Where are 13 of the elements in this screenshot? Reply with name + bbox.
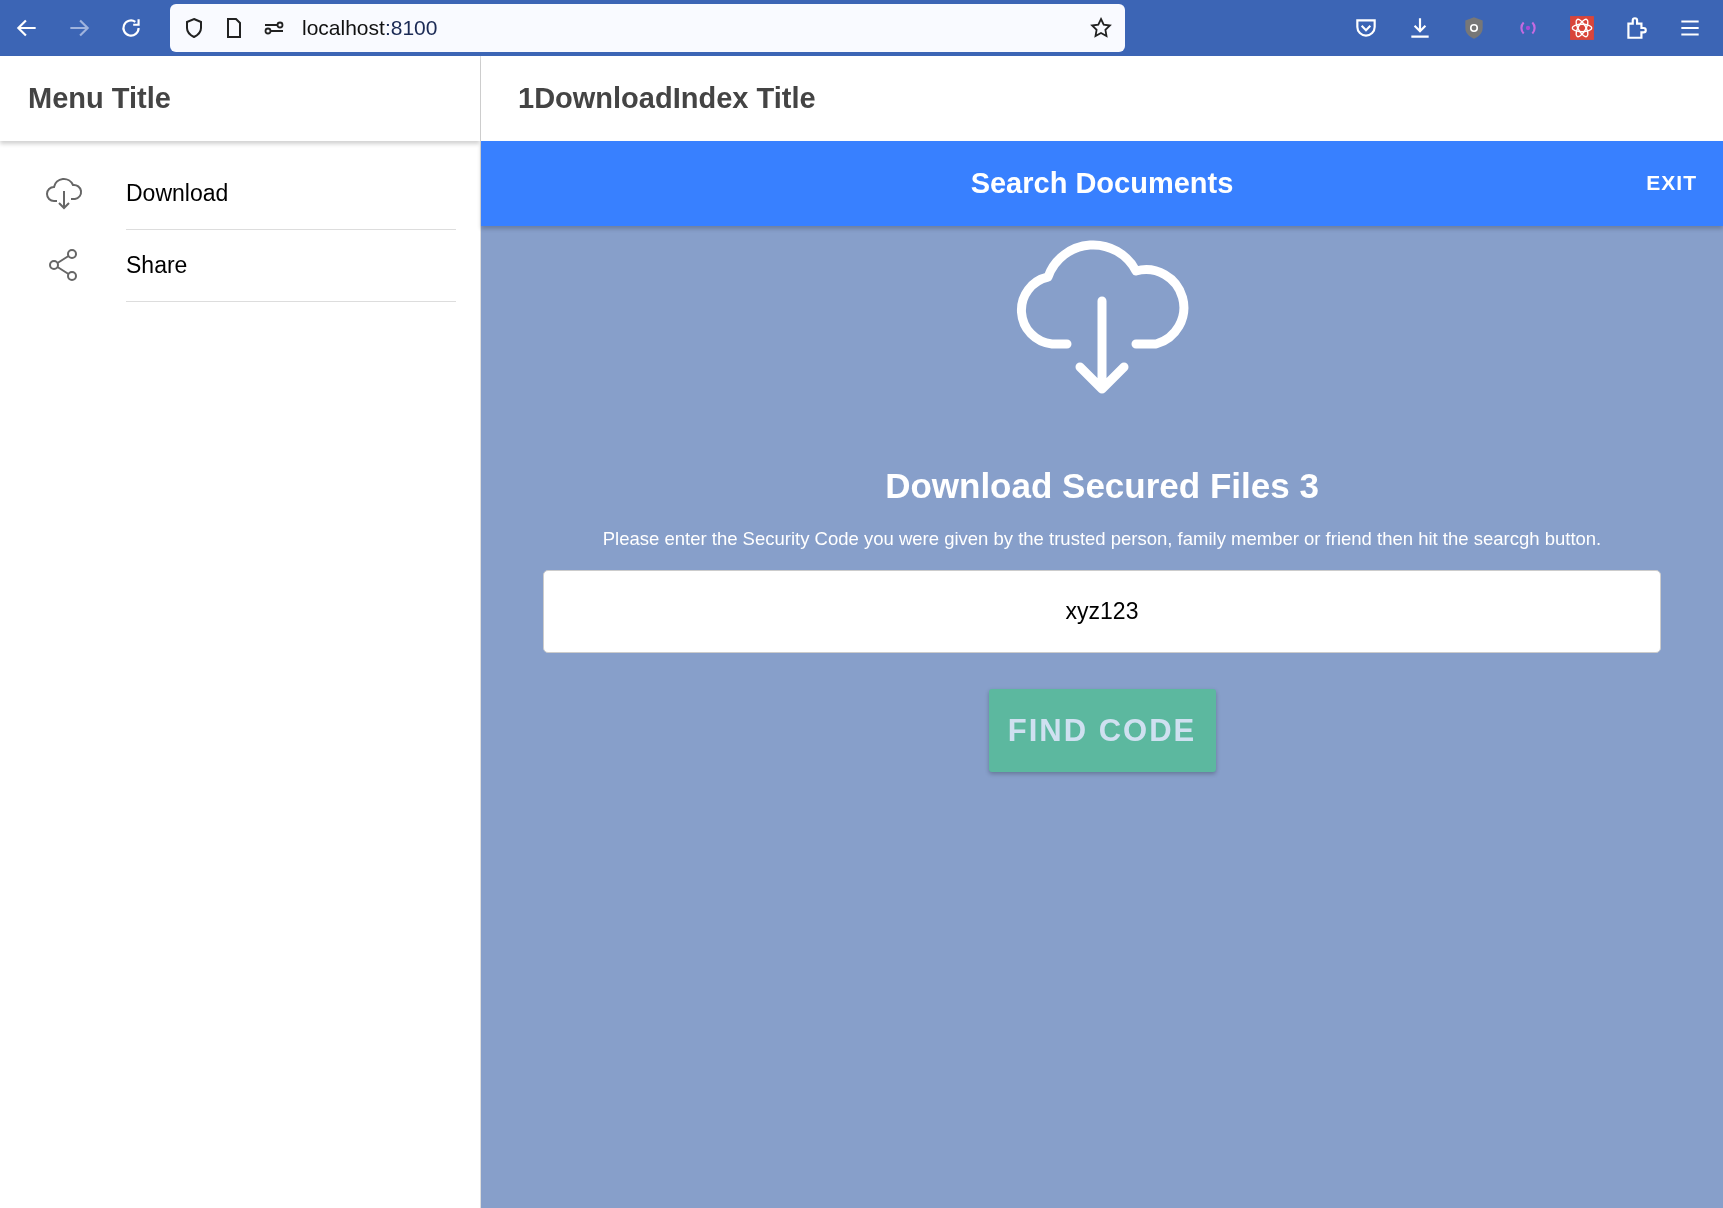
page-title: 1DownloadIndex Title — [518, 82, 816, 115]
menu-item[interactable]: Share — [0, 229, 480, 301]
instructions-text: Please enter the Security Code you were given by the trusted person, family member or friend then hit the searcgh button. — [602, 528, 1602, 550]
exit-button[interactable]: EXIT — [1642, 167, 1701, 199]
atom-extension-icon[interactable] — [1569, 15, 1595, 41]
url-text: localhost:8100 — [302, 16, 439, 40]
toolbar-title: Search Documents — [970, 167, 1234, 200]
security-code-field[interactable]: xyz123 — [543, 570, 1661, 653]
bookmark-star-icon[interactable] — [1089, 16, 1113, 40]
heading: Download Secured Files 3 — [885, 466, 1319, 506]
menu-item[interactable]: Download — [0, 157, 480, 229]
address-bar[interactable]: localhost:8100 — [170, 4, 1125, 52]
menu-title: Menu Title — [28, 82, 171, 115]
